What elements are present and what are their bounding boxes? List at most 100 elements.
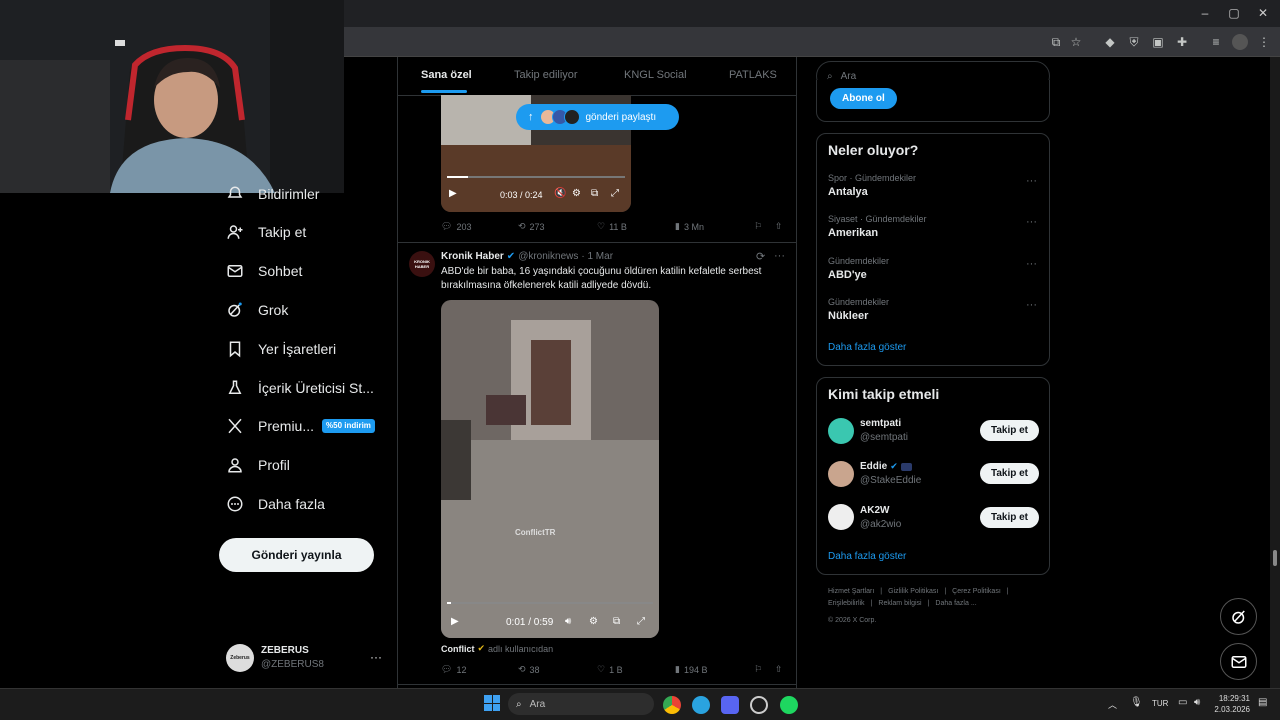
trend-more-icon[interactable]: ··· [1026,175,1037,187]
source-name[interactable]: Conflict [441,644,475,654]
author-avatar[interactable]: KRONIK HABER [409,251,435,277]
user-name[interactable]: semtpati [860,418,901,429]
start-button[interactable] [484,695,500,711]
telegram-icon[interactable] [692,696,710,714]
shield-icon[interactable]: ⛨ [1126,34,1142,50]
views-button[interactable]: ▮ 194 B [675,664,707,675]
avatar[interactable] [828,418,854,444]
avatar[interactable] [828,461,854,487]
follow-button[interactable]: Takip et [980,463,1039,484]
avatar[interactable] [828,504,854,530]
subscribe-button[interactable]: Abone ol [830,88,897,109]
tab-kngl-social[interactable]: KNGL Social [624,69,687,81]
tab-following[interactable]: Takip ediliyor [514,69,578,81]
language-indicator[interactable]: TUR [1152,699,1168,708]
app-icon[interactable] [750,696,768,714]
new-posts-pill[interactable]: ↑ gönderi paylaştı [516,104,679,130]
fullscreen-icon[interactable]: ⤢ [611,188,619,199]
trend-more-icon[interactable]: ··· [1026,216,1037,228]
clock-date[interactable]: 2.03.2026 [1214,705,1250,714]
chrome-icon[interactable] [663,696,681,714]
footer-link[interactable]: Gizlilik Politikası [888,588,938,595]
user-name[interactable]: AK2W [860,505,889,516]
tweet1-progress-track[interactable] [447,176,625,178]
play-icon[interactable]: ▶ [449,188,457,199]
sidebar-item-follow[interactable]: Takip et [226,217,306,247]
reply-button[interactable]: 💬︎ 203 [441,221,471,232]
trend-more-icon[interactable]: ··· [1026,258,1037,270]
sidebar-item-creator-studio[interactable]: İçerik Üreticisi St... [226,373,374,403]
page-scrollbar[interactable] [1270,57,1280,688]
fullscreen-icon[interactable]: ⤢ [637,616,645,627]
tweet2-video[interactable]: ConflictTR ▶ 0:01 / 0:59 🔊︎ ⚙ ⧉ ⤢ [441,300,659,638]
trend-more-icon[interactable]: ··· [1026,299,1037,311]
tab-patlaks[interactable]: PATLAKS [729,69,777,81]
account-menu-icon[interactable]: ··· [370,650,382,664]
profile-icon[interactable] [1232,34,1248,50]
trends-show-more-link[interactable]: Daha fazla göster [828,342,906,353]
footer-link[interactable]: Daha fazla ... [935,600,976,607]
trend-title[interactable]: Nükleer [828,310,868,322]
footer-link[interactable]: Çerez Politikası [952,588,1001,595]
follow-show-more-link[interactable]: Daha fazla göster [828,551,906,562]
sidebar-item-profile[interactable]: Profil [226,450,290,480]
more-icon[interactable]: ··· [774,250,785,262]
retweet-button[interactable]: ⟲ 273 [518,221,545,232]
maximize-button[interactable]: ▢ [1219,4,1249,22]
tweet2-progress-track[interactable] [447,602,653,604]
messages-float-button[interactable] [1220,643,1257,680]
author-name[interactable]: Kronik Haber [441,251,504,262]
mute-icon[interactable]: 🔇 [554,188,566,199]
user-name[interactable]: Eddie [860,461,887,472]
retweet-button[interactable]: ⟲ 38 [518,664,540,675]
trend-title[interactable]: ABD'ye [828,269,867,281]
minimize-button[interactable]: – [1190,4,1220,22]
sidebar-item-premium[interactable]: Premiu... [226,411,314,441]
follow-button[interactable]: Takip et [980,420,1039,441]
menu-icon[interactable]: ⋮ [1256,34,1272,50]
taskbar-search[interactable]: ⌕ Ara [508,693,654,715]
sidebar-item-more[interactable]: Daha fazla [226,489,325,519]
reply-button[interactable]: 💬︎ 12 [441,664,466,675]
spotify-icon[interactable] [780,696,798,714]
media-icon[interactable]: ≡ [1208,34,1224,50]
trend-title[interactable]: Antalya [828,186,868,198]
pip-icon[interactable]: ⧉ [613,616,620,627]
author-handle[interactable]: @kroniknews [518,251,578,262]
play-icon[interactable]: ▶ [451,616,459,627]
clock-time[interactable]: 18:29:31 [1218,694,1250,703]
network-icon[interactable]: ▭ [1178,697,1187,708]
settings-icon[interactable]: ⚙ [572,188,581,199]
share-button[interactable]: ⇧ [775,664,783,675]
volume-icon[interactable]: 🔊︎ [1194,697,1200,708]
star-icon[interactable]: ☆ [1068,34,1084,50]
discord-icon[interactable] [721,696,739,714]
tweet-date[interactable]: · 1 Mar [581,251,613,262]
scrollbar-thumb[interactable] [1273,550,1277,566]
extension-icon[interactable]: ◆ [1102,34,1118,50]
sidebar-item-chat[interactable]: Sohbet [226,256,302,286]
views-button[interactable]: ▮ 3 Mn [675,221,704,232]
notification-icon[interactable]: ▤ [1258,697,1267,708]
volume-icon[interactable]: 🔊︎ [565,616,571,627]
tab-for-you[interactable]: Sana özel [421,69,472,81]
settings-icon[interactable]: ⚙ [589,616,598,627]
pip-icon[interactable]: ⧉ [591,188,598,199]
cast-icon[interactable]: ⧉ [1048,34,1064,50]
like-button[interactable]: ♡ 11 B [597,221,627,232]
account-avatar[interactable]: Zeberus [226,644,254,672]
share-button[interactable]: ⇧ [775,221,783,232]
follow-button[interactable]: Takip et [980,507,1039,528]
sidebar-item-grok[interactable]: Grok [226,295,288,325]
microphone-icon[interactable]: 🎙︎ [1130,697,1143,708]
sidebar-item-notifications[interactable]: Bildirimler [226,179,319,209]
bookmark-button[interactable]: ⚐ [754,221,762,232]
puzzle-icon[interactable]: ✚ [1174,34,1190,50]
footer-link[interactable]: Hizmet Şartları [828,588,874,595]
footer-link[interactable]: Reklam bilgisi [878,600,921,607]
like-button[interactable]: ♡ 1 B [597,664,623,675]
trend-title[interactable]: Amerikan [828,227,878,239]
tray-chevron-icon[interactable]: ︿ [1108,698,1117,711]
bookmark-button[interactable]: ⚐ [754,664,762,675]
grok-icon[interactable]: ⟳ [756,250,765,263]
